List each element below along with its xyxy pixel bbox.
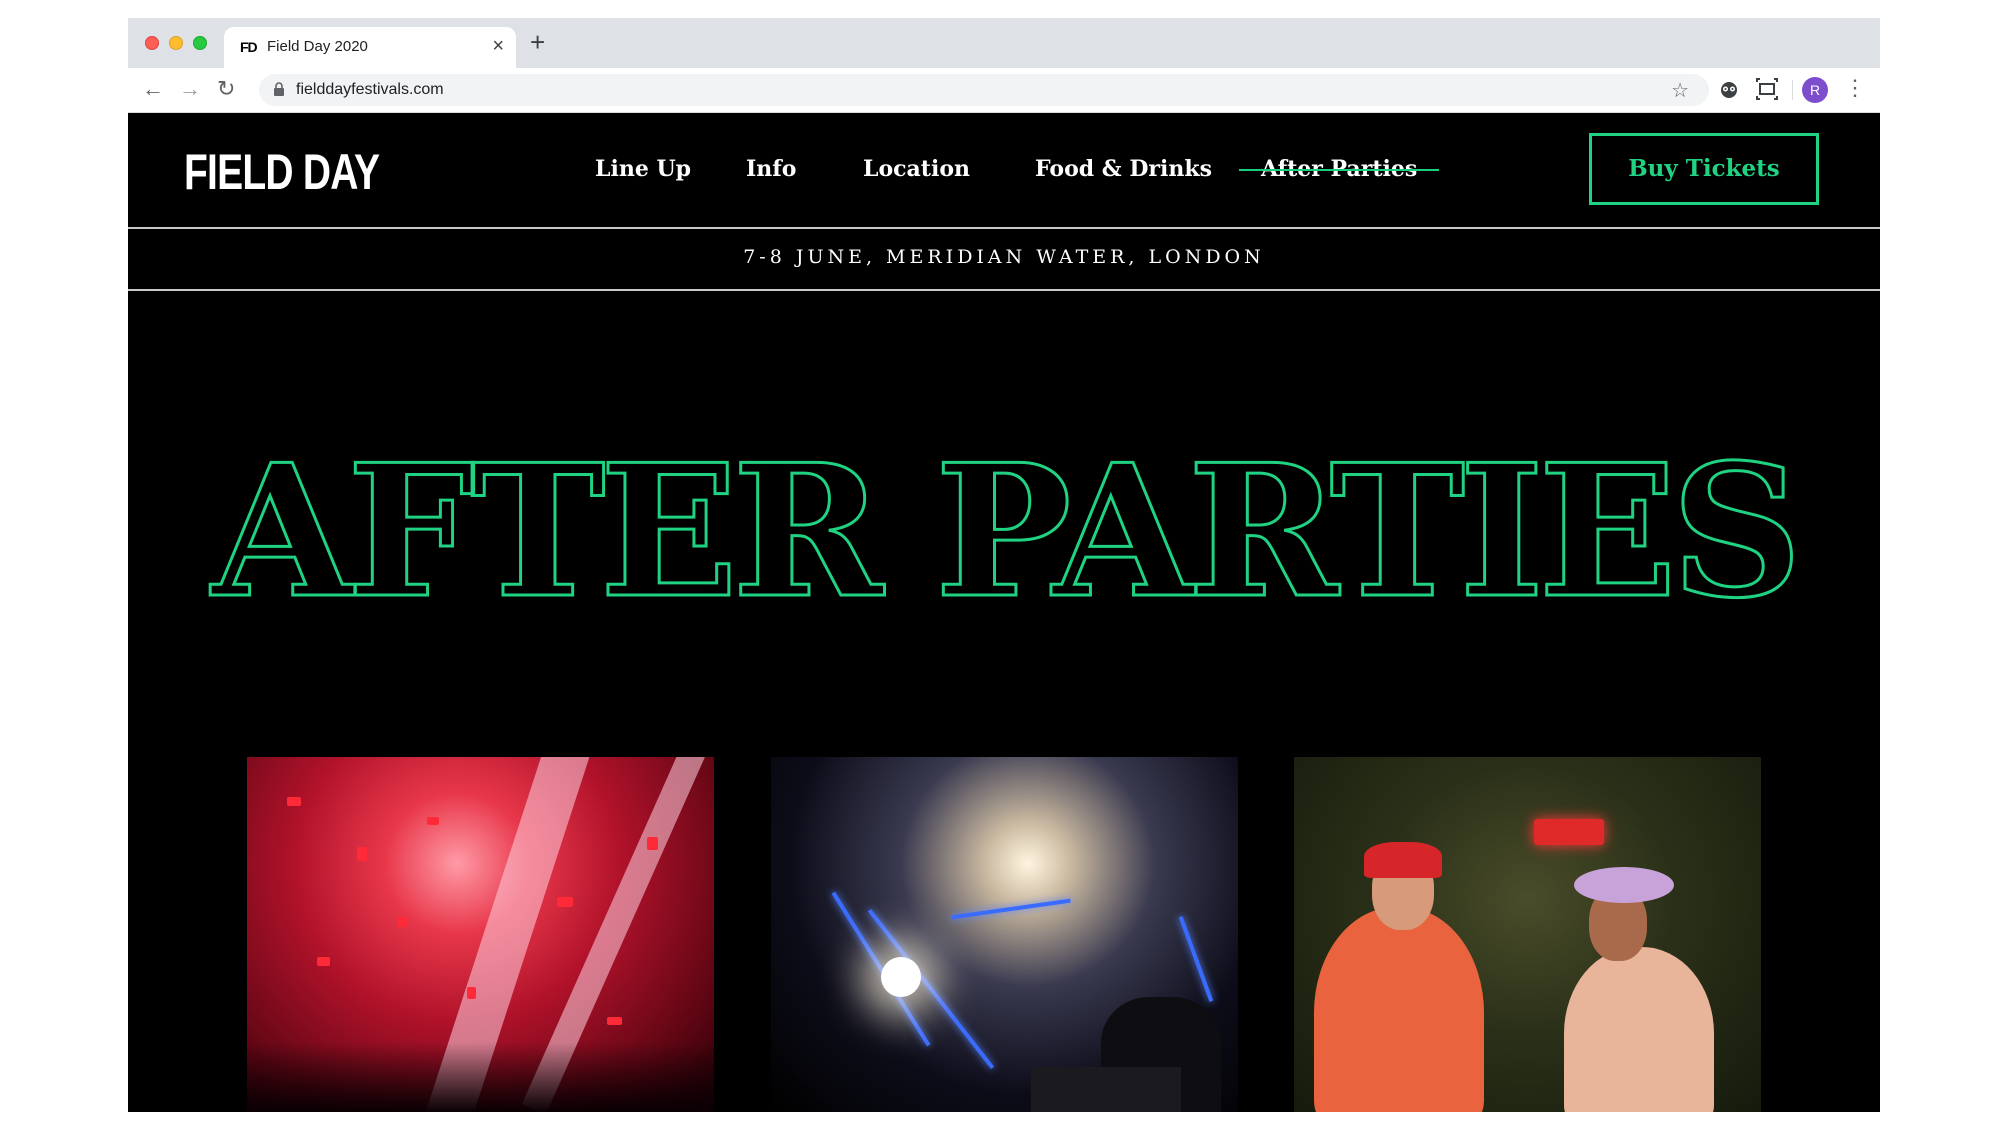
buy-tickets-button[interactable]: Buy Tickets	[1589, 133, 1819, 205]
profile-avatar[interactable]: R	[1802, 77, 1828, 103]
nav-location[interactable]: Location	[863, 156, 970, 182]
browser-window: FD Field Day 2020 × + ← → ↻ fielddayfest…	[128, 18, 1880, 1112]
person-left	[1314, 907, 1484, 1112]
reload-button[interactable]: ↻	[217, 76, 235, 102]
red-beanie	[1364, 842, 1442, 878]
url-text[interactable]: fielddayfestivals.com	[296, 81, 444, 99]
favicon-icon: FD	[240, 39, 258, 55]
laser-beam	[1178, 916, 1214, 1002]
site-logo[interactable]: FIELD DAY	[184, 143, 380, 201]
dj-console	[1031, 1067, 1181, 1112]
nav-food-drinks[interactable]: Food & Drinks	[1035, 156, 1212, 182]
new-tab-button[interactable]: +	[530, 29, 545, 55]
confetti	[397, 917, 407, 927]
crowd-silhouette	[247, 1042, 714, 1112]
confetti	[607, 1017, 622, 1025]
party-photo-confetti	[247, 757, 714, 1112]
extension-icon[interactable]	[1718, 78, 1740, 100]
confetti	[287, 797, 301, 806]
tab-field-day[interactable]: FD Field Day 2020 ×	[224, 27, 516, 68]
zoom-window-button[interactable]	[193, 36, 207, 50]
confetti	[317, 957, 330, 966]
party-photo-dj	[771, 757, 1238, 1112]
field-day-page: FIELD DAY Line Up Info Location Food & D…	[128, 113, 1880, 1112]
active-strikethrough	[1239, 169, 1440, 171]
nav-after-parties[interactable]: After Parties	[1239, 156, 1440, 182]
confetti	[427, 817, 439, 825]
close-window-button[interactable]	[145, 36, 159, 50]
confetti	[467, 987, 476, 999]
lilac-beret	[1574, 867, 1674, 903]
confetti	[557, 897, 573, 907]
page-title: AFTER PARTIES	[210, 424, 1804, 638]
confetti	[357, 847, 367, 861]
party-photo-people	[1294, 757, 1761, 1112]
lock-icon[interactable]	[273, 82, 285, 96]
kebab-menu-icon[interactable]: ⋮	[1844, 75, 1866, 101]
event-dateline: 7-8 JUNE, MERIDIAN WATER, LONDON	[743, 246, 1265, 268]
screenshot-icon[interactable]	[1756, 78, 1778, 100]
event-info-bar: 7-8 JUNE, MERIDIAN WATER, LONDON	[128, 229, 1880, 291]
tab-title: Field Day 2020	[267, 38, 368, 55]
nav-info[interactable]: Info	[746, 156, 796, 182]
site-header: FIELD DAY Line Up Info Location Food & D…	[128, 113, 1880, 229]
forward-button[interactable]: →	[179, 76, 201, 102]
stage-light	[881, 957, 921, 997]
toolbar-divider	[1792, 80, 1793, 100]
star-icon[interactable]: ☆	[1671, 78, 1689, 103]
minimize-window-button[interactable]	[169, 36, 183, 50]
tab-close-icon[interactable]: ×	[492, 35, 504, 58]
browser-toolbar: ← → ↻ fielddayfestivals.com ☆ R ⋮	[128, 68, 1880, 113]
nav-line-up[interactable]: Line Up	[595, 156, 691, 182]
confetti	[647, 837, 658, 850]
address-bar[interactable]: fielddayfestivals.com ☆	[259, 74, 1709, 106]
tab-strip: FD Field Day 2020 × +	[128, 18, 1880, 68]
back-button[interactable]: ←	[142, 76, 164, 102]
person-right	[1564, 947, 1714, 1112]
laser-beam	[951, 898, 1071, 920]
exit-sign	[1534, 819, 1604, 845]
